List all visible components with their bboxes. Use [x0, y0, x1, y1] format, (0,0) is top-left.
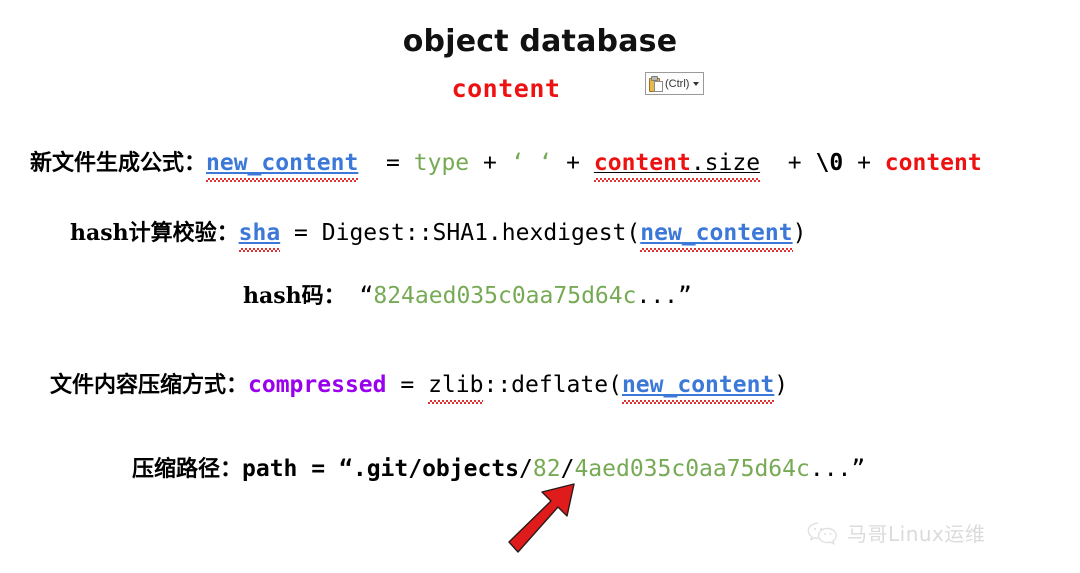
token-quote-close-space: ‘ — [538, 150, 553, 176]
formula-row-hash: hash计算校验：sha = Digest::SHA1.hexdigest(ne… — [70, 222, 806, 245]
token-nul: \0 — [815, 150, 844, 176]
row-label-hash-code: hash码： — [243, 283, 346, 309]
token-hash-value: 824aed035c0aa75d64c — [373, 283, 637, 309]
formula-row-compressed: 文件内容压缩方式：compressed = zlib::deflate(new_… — [50, 374, 788, 397]
token-new-content-arg-2: new_content — [621, 372, 775, 398]
wechat-icon — [807, 522, 837, 545]
page-title: object database — [402, 24, 678, 59]
row-label-hash: hash计算校验： — [70, 220, 239, 246]
token-zlib: zlib — [428, 372, 484, 398]
token-path-var: path — [242, 456, 298, 482]
token-paren-close-2: ) — [774, 372, 789, 398]
token-plus-4: + — [857, 150, 871, 176]
token-quote-open-path: “ — [338, 456, 353, 482]
token-equals-1: = — [386, 150, 400, 176]
token-paren-close-1: ) — [792, 220, 807, 246]
token-path-rest: 4aed035c0aa75d64c — [574, 456, 810, 482]
chevron-down-icon — [693, 81, 700, 86]
token-digest-call: Digest::SHA1.hexdigest( — [321, 220, 641, 246]
row-label-path: 压缩路径： — [132, 456, 243, 482]
subtitle-content: content — [451, 74, 561, 103]
row-label-new-content: 新文件生成公式： — [30, 150, 207, 176]
token-plus-2: + — [566, 150, 581, 176]
token-path-dir: .git/objects — [352, 456, 520, 482]
token-equals-4: = — [311, 456, 326, 482]
token-deflate-call: ::deflate( — [483, 372, 622, 398]
token-new-content-var: new_content — [206, 150, 359, 176]
row-label-compressed: 文件内容压缩方式： — [50, 372, 249, 398]
token-quote-open-hash: “ — [359, 283, 374, 309]
paste-options-label: (Ctrl) — [665, 77, 690, 90]
token-quote-close-path: ” — [851, 456, 866, 482]
token-path-ellipsis: ... — [809, 456, 852, 482]
formula-row-hash-code: hash码： “824aed035c0aa75d64c...” — [243, 285, 692, 308]
token-content-size-group: content.size — [594, 150, 760, 176]
token-equals-3: = — [400, 372, 415, 398]
token-plus-1: + — [483, 150, 497, 176]
token-dot-size: .size — [690, 150, 761, 176]
clipboard-paste-icon — [649, 76, 663, 92]
token-sha-var: sha — [238, 220, 281, 246]
token-plus-3: + — [787, 150, 802, 176]
token-quote-close-hash: ” — [678, 283, 692, 309]
paste-options-button[interactable]: (Ctrl) — [645, 72, 705, 95]
token-hash-ellipsis: ... — [636, 283, 679, 309]
token-equals-2: = — [294, 220, 308, 246]
watermark-text: 马哥Linux运维 — [847, 522, 986, 546]
formula-row-new-content: 新文件生成公式：new_content = type + ‘ ‘ + conte… — [30, 152, 982, 175]
token-type: type — [413, 150, 470, 176]
token-content-1: content — [593, 150, 691, 176]
token-compressed-var: compressed — [248, 372, 387, 398]
token-content-2: content — [884, 150, 982, 176]
token-quote-open-space: ‘ — [510, 150, 525, 176]
watermark: 马哥Linux运维 — [806, 518, 985, 547]
token-new-content-arg-1: new_content — [640, 220, 793, 246]
red-arrow-icon — [508, 483, 575, 553]
